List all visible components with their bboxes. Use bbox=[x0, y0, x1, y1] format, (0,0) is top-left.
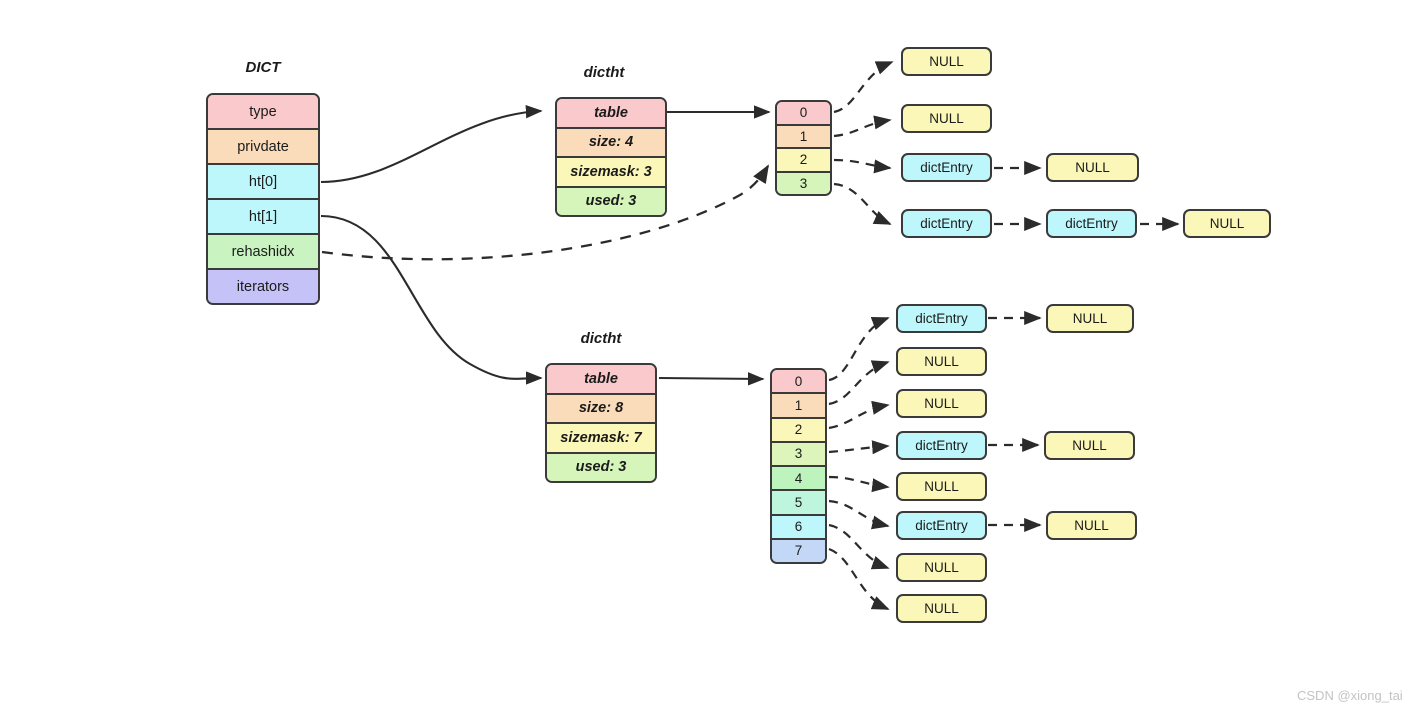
ht1-b6-node-null[interactable]: NULL bbox=[896, 553, 987, 582]
dictht0-field-table[interactable]: table bbox=[557, 99, 665, 129]
dictht0-caption: dictht bbox=[583, 64, 625, 81]
dictht0-field-size[interactable]: size: 4 bbox=[557, 128, 665, 158]
ht1-b0-node-null[interactable]: NULL bbox=[1046, 304, 1134, 333]
dict-field-iterators[interactable]: iterators bbox=[208, 270, 318, 303]
dictht1-caption: dictht bbox=[580, 330, 622, 347]
dictht1-bucket-array: 0 1 2 3 4 5 6 7 bbox=[770, 368, 827, 564]
dictht1-bucket-2[interactable]: 2 bbox=[772, 418, 825, 443]
edge-ht1-to-dictht1 bbox=[320, 214, 543, 385]
ht0-b0-node-null[interactable]: NULL bbox=[901, 47, 992, 76]
dictht1-field-used[interactable]: used: 3 bbox=[547, 453, 655, 481]
ht1-b2-node-null[interactable]: NULL bbox=[896, 389, 987, 418]
dictht1-bucket-4[interactable]: 4 bbox=[772, 467, 825, 492]
edge-ht0-b1-chain bbox=[833, 115, 892, 138]
edge-ht1-b2-chain bbox=[828, 400, 890, 430]
edge-ht0-to-dictht0 bbox=[320, 105, 543, 184]
dict-field-ht1[interactable]: ht[1] bbox=[208, 200, 318, 235]
ht0-b2-node-dictentry[interactable]: dictEntry bbox=[901, 153, 992, 182]
ht1-b0-node-dictentry[interactable]: dictEntry bbox=[896, 304, 987, 333]
edge-ht0-b0-chain bbox=[833, 60, 894, 114]
ht1-b7-node-null[interactable]: NULL bbox=[896, 594, 987, 623]
edge-ht1-b4-chain bbox=[828, 475, 890, 493]
ht0-b2-node-null[interactable]: NULL bbox=[1046, 153, 1139, 182]
dictht0-bucket-1[interactable]: 1 bbox=[777, 125, 830, 149]
dictht1-bucket-7[interactable]: 7 bbox=[772, 539, 825, 562]
dictht1-bucket-0[interactable]: 0 bbox=[772, 370, 825, 395]
edge-ht0-b3-chain bbox=[833, 182, 892, 226]
edge-ht1-b1-chain bbox=[828, 360, 890, 406]
diagram-canvas: DICT dictht dictht type privdate ht[0] h… bbox=[0, 0, 1428, 714]
dictht0-field-sizemask[interactable]: sizemask: 3 bbox=[557, 158, 665, 188]
dictht1-bucket-3[interactable]: 3 bbox=[772, 442, 825, 467]
edge-ht1-b0-chain bbox=[828, 316, 890, 382]
edge-table1-to-buckets1 bbox=[658, 372, 765, 386]
edge-rehashidx-to-bucket2 bbox=[321, 164, 769, 261]
ht1-b5-node-null[interactable]: NULL bbox=[1046, 511, 1137, 540]
ht1-b1-node-null[interactable]: NULL bbox=[896, 347, 987, 376]
dictht1-field-table[interactable]: table bbox=[547, 365, 655, 395]
watermark: CSDN @xiong_tai bbox=[1297, 688, 1403, 703]
dictht1-bucket-5[interactable]: 5 bbox=[772, 491, 825, 516]
ht0-b3-node-dictentry-1[interactable]: dictEntry bbox=[901, 209, 992, 238]
ht1-b5-node-dictentry[interactable]: dictEntry bbox=[896, 511, 987, 540]
ht1-b4-node-null[interactable]: NULL bbox=[896, 472, 987, 501]
dict-caption: DICT bbox=[245, 59, 281, 76]
dictht1-field-sizemask[interactable]: sizemask: 7 bbox=[547, 424, 655, 454]
ht0-b3-node-null[interactable]: NULL bbox=[1183, 209, 1271, 238]
dictht0-bucket-2[interactable]: 2 bbox=[777, 149, 830, 173]
dictht0-field-used[interactable]: used: 3 bbox=[557, 187, 665, 215]
ht1-b3-node-null[interactable]: NULL bbox=[1044, 431, 1135, 460]
edge-ht1-b6-chain bbox=[828, 523, 890, 570]
edge-ht1-b3-chain bbox=[828, 440, 890, 455]
dictht1-field-size[interactable]: size: 8 bbox=[547, 394, 655, 424]
edge-ht1-b5-chain bbox=[828, 499, 890, 530]
dictht0-struct: table size: 4 sizemask: 3 used: 3 bbox=[555, 97, 667, 217]
ht0-b1-node-null[interactable]: NULL bbox=[901, 104, 992, 133]
edge-ht1-b7-chain bbox=[828, 547, 890, 611]
dictht0-bucket-3[interactable]: 3 bbox=[777, 172, 830, 194]
dictht1-struct: table size: 8 sizemask: 7 used: 3 bbox=[545, 363, 657, 483]
dict-struct: type privdate ht[0] ht[1] rehashidx iter… bbox=[206, 93, 320, 305]
ht1-b3-node-dictentry[interactable]: dictEntry bbox=[896, 431, 987, 460]
dict-field-rehashidx[interactable]: rehashidx bbox=[208, 235, 318, 270]
dict-field-ht0[interactable]: ht[0] bbox=[208, 165, 318, 200]
dictht1-bucket-6[interactable]: 6 bbox=[772, 515, 825, 540]
dictht0-bucket-array: 0 1 2 3 bbox=[775, 100, 832, 196]
dict-field-privdate[interactable]: privdate bbox=[208, 130, 318, 165]
ht0-b3-node-dictentry-2[interactable]: dictEntry bbox=[1046, 209, 1137, 238]
dictht1-bucket-1[interactable]: 1 bbox=[772, 394, 825, 419]
dictht0-bucket-0[interactable]: 0 bbox=[777, 102, 830, 126]
edge-ht0-b2-chain bbox=[833, 158, 892, 174]
dict-field-type[interactable]: type bbox=[208, 95, 318, 130]
